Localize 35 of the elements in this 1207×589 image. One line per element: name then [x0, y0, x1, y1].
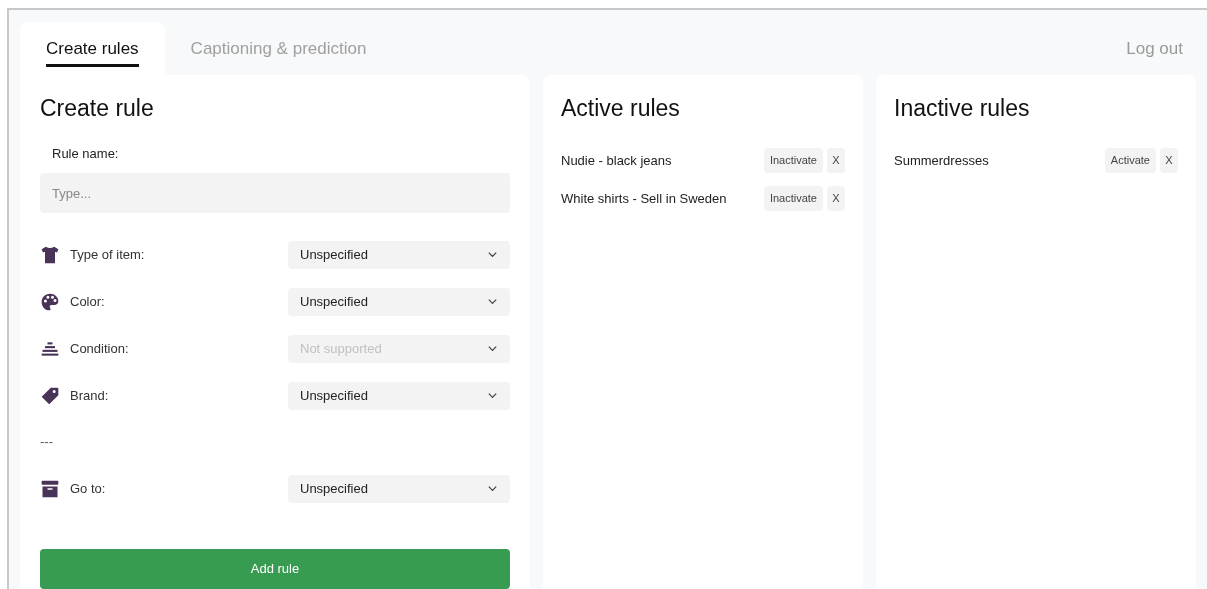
rule-name: Nudie - black jeans: [561, 151, 673, 170]
delete-button[interactable]: X: [827, 148, 845, 173]
field-label: Condition:: [70, 339, 130, 358]
dropdown[interactable]: Unspecified: [288, 474, 510, 503]
field-label: Rule name:: [52, 144, 120, 163]
dropdown[interactable]: Unspecified: [288, 287, 510, 316]
inactivate-button[interactable]: Inactivate: [763, 148, 823, 173]
rule-name: Summerdresses: [894, 151, 990, 170]
field-label: Go to:: [70, 479, 107, 498]
chevron-icon: [487, 343, 498, 354]
box-icon: [40, 478, 60, 499]
rule-name-field[interactable]: Type...: [40, 173, 510, 213]
chevron-icon: [487, 390, 498, 401]
separator-text: ---: [40, 433, 53, 452]
delete-button[interactable]: X: [1160, 148, 1178, 173]
delete-button[interactable]: X: [827, 186, 845, 211]
inactivate-button[interactable]: Inactivate: [763, 186, 823, 211]
panel-title: Create rule: [40, 96, 155, 120]
chevron-icon: [487, 296, 498, 307]
field-label: Brand:: [70, 386, 110, 405]
field-label: Type of item:: [70, 245, 146, 264]
activate-button[interactable]: Activate: [1104, 148, 1156, 173]
dropdown[interactable]: Unspecified: [288, 240, 510, 269]
panel-title: Active rules: [561, 96, 681, 120]
add-rule-button[interactable]: Add rule: [40, 549, 510, 589]
chevron-icon: [487, 483, 498, 494]
tshirt-icon: [40, 244, 60, 265]
palette-icon: [40, 291, 60, 312]
tab[interactable]: Create rules: [20, 22, 165, 75]
tag-icon: [40, 385, 60, 406]
dropdown[interactable]: Unspecified: [288, 381, 510, 410]
rule-name: White shirts - Sell in Sweden: [561, 189, 728, 208]
chevron-icon: [487, 249, 498, 260]
panel-title: Inactive rules: [894, 96, 1031, 120]
field-label: Color:: [70, 292, 106, 311]
